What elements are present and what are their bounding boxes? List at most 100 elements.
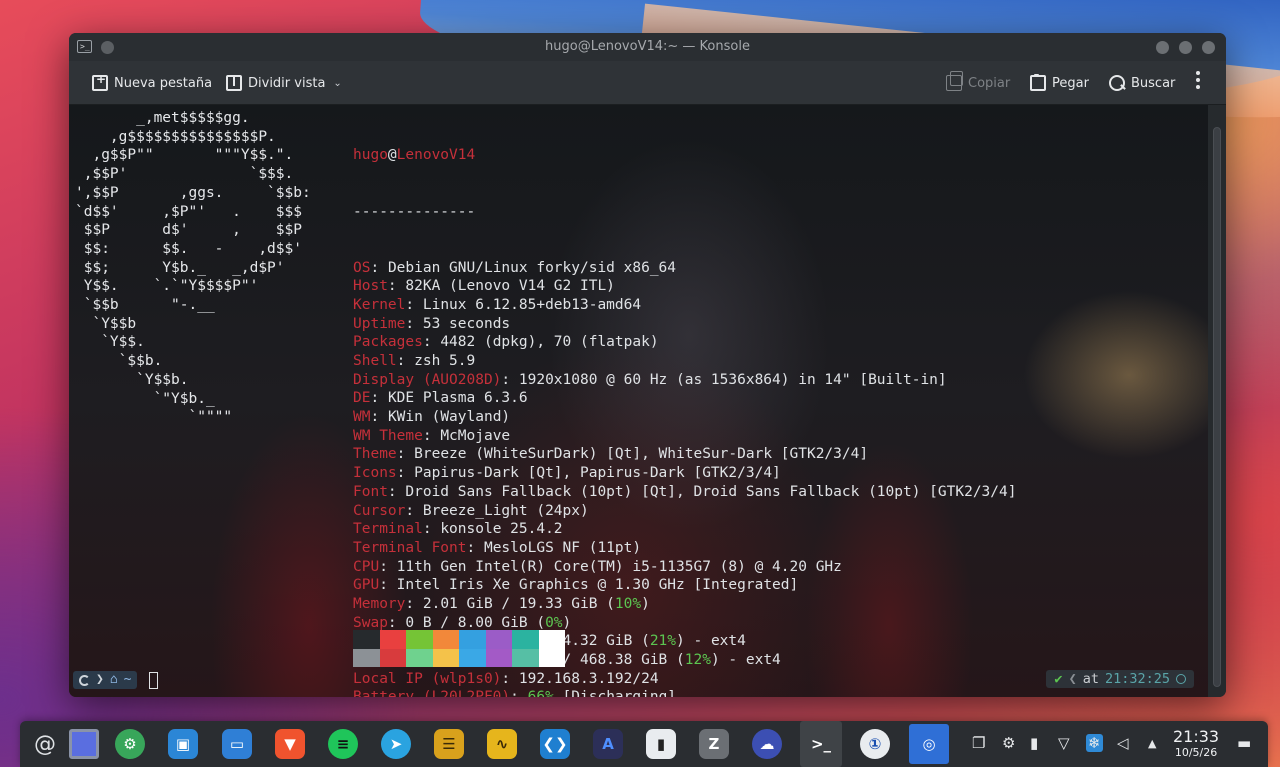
notes-icon[interactable]: ▮ — [646, 729, 676, 759]
system-settings-icon[interactable]: ⚙ — [115, 729, 145, 759]
file-manager-icon[interactable]: ▭ — [222, 729, 252, 759]
digital-clock[interactable]: 21:33 10/5/26 — [1173, 728, 1219, 760]
ascii-line: ,g$$P"" """Y$$.". — [75, 147, 294, 164]
scrollbar[interactable] — [1208, 105, 1226, 697]
search-label: Buscar — [1131, 75, 1176, 91]
close-button[interactable] — [1202, 41, 1215, 54]
wifi-icon[interactable]: ▽ — [1058, 734, 1070, 752]
terminal-view[interactable]: _,met$$$$$gg. ,g$$$$$$$$$$$$$$$P. ,g$$P"… — [69, 105, 1208, 697]
info-value: Debian GNU/Linux forky/sid x86_64 — [387, 259, 677, 276]
copy-button[interactable]: Copiar — [946, 71, 1010, 91]
palette-swatch — [459, 630, 486, 649]
at-label: at — [1082, 671, 1099, 687]
ascii-line: `"Y$b._ — [75, 390, 215, 407]
screenshot-app-icon[interactable]: ◎ — [909, 724, 949, 764]
ascii-line: `"""" — [75, 409, 233, 426]
home-icon: ⌂ — [109, 672, 118, 687]
brave-browser-icon[interactable]: ▼ — [275, 729, 305, 759]
info-key: Local IP (wlp1s0) — [353, 670, 502, 687]
info-line: WM: KWin (Wayland) — [353, 408, 1016, 427]
maximize-button[interactable] — [1179, 41, 1192, 54]
new-tab-button[interactable]: Nueva pestaña — [92, 72, 212, 91]
clipboard-icon[interactable]: ❐ — [972, 734, 985, 752]
new-tab-icon — [92, 72, 108, 91]
paste-label: Pegar — [1052, 75, 1089, 91]
password-manager-icon[interactable]: ① — [860, 729, 890, 759]
colon: : — [501, 371, 519, 388]
info-value: 0 B / 8.00 GiB ( — [405, 614, 546, 631]
window-title: hugo@LenovoV14:~ — Konsole — [545, 39, 750, 54]
prompt-time: 21:32:25 — [1104, 671, 1170, 687]
search-button[interactable]: Buscar — [1109, 75, 1175, 91]
cloud-icon[interactable]: ☁ — [752, 729, 782, 759]
ascii-line: `Y$$. — [75, 334, 145, 351]
split-view-button[interactable]: Dividir vista ⌄ — [226, 75, 342, 91]
title-bar[interactable]: >_ hugo@LenovoV14:~ — Konsole — [69, 33, 1226, 61]
chevron-down-icon[interactable]: ⌄ — [333, 78, 341, 89]
info-key: Cursor — [353, 502, 406, 519]
info-key: GPU — [353, 577, 380, 594]
colon: : — [422, 334, 441, 351]
konsole-window[interactable]: >_ hugo@LenovoV14:~ — Konsole Nueva pest… — [69, 33, 1226, 697]
info-key: Icons — [353, 465, 397, 482]
info-key: CPU — [353, 558, 380, 575]
app-launcher-debian-icon[interactable]: @ — [30, 729, 60, 759]
pager-icon[interactable] — [69, 729, 99, 759]
debian-icon — [79, 674, 90, 686]
info-percent: 12% — [684, 652, 711, 669]
spotify-icon[interactable]: ≡ — [328, 729, 358, 759]
paste-button[interactable]: Pegar — [1030, 74, 1089, 91]
tray-expand-icon[interactable]: ▲ — [1148, 737, 1156, 750]
konsole-task-icon[interactable]: >_ — [800, 721, 842, 767]
info-line: Battery (L20L2PF0): 66% [Discharging] — [353, 688, 1016, 697]
info-key: WM — [353, 409, 371, 426]
ascii-line: `Y$$b. — [75, 371, 189, 388]
arduino-icon[interactable]: A — [593, 729, 623, 759]
volume-icon[interactable]: ◁ — [1117, 734, 1129, 752]
notifications-icon[interactable]: ▬ — [1237, 734, 1251, 752]
telegram-icon[interactable]: ➤ — [381, 729, 411, 759]
info-value: Breeze_Light (24px) — [422, 502, 589, 519]
prompt-left: ❯ ⌂ ~ — [73, 670, 159, 690]
info-line: Packages: 4482 (dpkg), 70 (flatpak) — [353, 333, 1016, 352]
ascii-line: `$$b. — [75, 353, 163, 370]
radio-icon[interactable]: ☰ — [434, 729, 464, 759]
info-key: Kernel — [353, 296, 406, 313]
more-menu-icon[interactable] — [1196, 71, 1200, 92]
bluetooth-icon[interactable]: ❄ — [1086, 734, 1103, 752]
clock-date: 10/5/26 — [1174, 746, 1218, 759]
info-line: Host: 82KA (Lenovo V14 G2 ITL) — [353, 277, 1016, 296]
ascii-line: ',$$P ,ggs. `$$b: — [75, 184, 311, 201]
minimize-button[interactable] — [1156, 41, 1169, 54]
system-monitor-icon[interactable]: ∿ — [487, 729, 517, 759]
paste-icon — [1030, 74, 1046, 91]
ascii-line: Y$$. `.`"Y$$$$P"' — [75, 278, 259, 295]
info-value: 53 seconds — [422, 315, 511, 332]
info-key: Display (AUO208D) — [353, 371, 502, 388]
vscode-icon[interactable]: ❮❯ — [540, 729, 570, 759]
info-line: Icons: Papirus-Dark [Qt], Papirus-Dark [… — [353, 464, 1016, 483]
palette-swatch — [353, 648, 380, 667]
colon: : — [422, 427, 441, 444]
colon: : — [405, 315, 423, 332]
info-line: GPU: Intel Iris Xe Graphics @ 1.30 GHz [… — [353, 576, 1016, 595]
discover-store-icon[interactable]: ▣ — [168, 729, 198, 759]
info-tail: ) — [562, 614, 572, 631]
info-line: Font: Droid Sans Fallback (10pt) [Qt], D… — [353, 483, 1016, 502]
zotero-icon[interactable]: Z — [699, 729, 729, 759]
colon: : — [370, 409, 388, 426]
split-view-label: Dividir vista — [248, 75, 326, 91]
storage-icon[interactable]: ▮ — [1030, 734, 1038, 752]
scrollbar-thumb[interactable] — [1213, 127, 1221, 687]
gear-icon[interactable]: ⚙ — [1002, 734, 1015, 752]
info-key: WM Theme — [353, 427, 423, 444]
info-line: Terminal Font: MesloLGS NF (11pt) — [353, 539, 1016, 558]
info-value: Linux 6.12.85+deb13-amd64 — [422, 296, 642, 313]
info-value: Intel Iris Xe Graphics @ 1.30 GHz [Integ… — [396, 577, 799, 594]
info-percent: 10% — [614, 595, 642, 612]
info-key: DE — [353, 390, 371, 407]
palette-swatch — [538, 648, 565, 667]
info-line: Memory: 2.01 GiB / 19.33 GiB (10%) — [353, 595, 1016, 614]
username: hugo — [353, 147, 388, 164]
palette-swatch — [353, 630, 380, 649]
